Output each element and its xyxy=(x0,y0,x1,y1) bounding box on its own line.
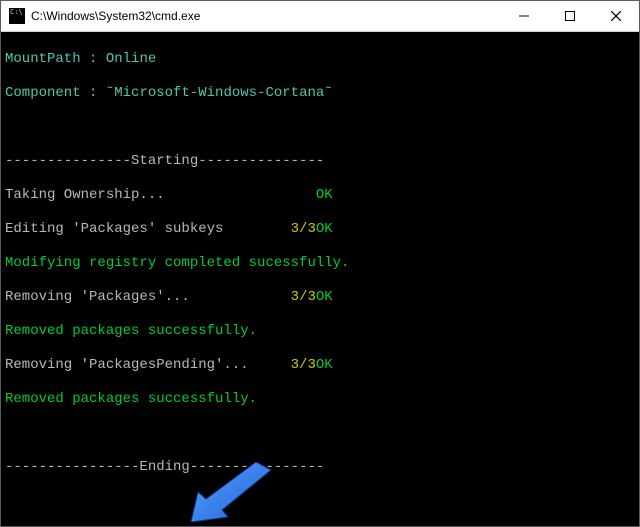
close-icon xyxy=(611,11,621,21)
component-label: Component xyxy=(5,85,81,101)
status-ok: OK xyxy=(316,221,333,237)
mountpath-value: Online xyxy=(106,51,156,67)
count: 3/3 xyxy=(291,289,316,305)
cmd-icon xyxy=(9,8,25,24)
maximize-button[interactable] xyxy=(547,1,593,31)
minimize-icon xyxy=(519,11,529,21)
window-controls xyxy=(501,1,639,31)
line-removed-packages-2: Removed packages successfully. xyxy=(5,391,637,408)
status-ok: OK xyxy=(316,187,333,203)
status-ok: OK xyxy=(316,357,333,373)
close-button[interactable] xyxy=(593,1,639,31)
separator-ending: ----------------Ending---------------- xyxy=(5,459,637,476)
count: 3/3 xyxy=(291,357,316,373)
window-title: C:\Windows\System32\cmd.exe xyxy=(31,9,501,23)
minimize-button[interactable] xyxy=(501,1,547,31)
terminal-area[interactable]: MountPath : Online Component : ˜Microsof… xyxy=(1,32,639,526)
maximize-icon xyxy=(565,11,575,21)
cmd-window: C:\Windows\System32\cmd.exe MountPath : … xyxy=(0,0,640,527)
status-ok: OK xyxy=(316,289,333,305)
titlebar[interactable]: C:\Windows\System32\cmd.exe xyxy=(1,1,639,32)
line-editing-packages: Editing 'Packages' subkeys xyxy=(5,221,223,237)
count: 3/3 xyxy=(291,221,316,237)
line-removing-pending: Removing 'PackagesPending'... xyxy=(5,357,249,373)
line-removing-packages: Removing 'Packages'... xyxy=(5,289,190,305)
line-modifying-registry: Modifying registry completed sucessfully… xyxy=(5,255,637,272)
separator-starting: ---------------Starting--------------- xyxy=(5,153,637,170)
component-value: ˜Microsoft-Windows-Cortana˜ xyxy=(106,85,333,101)
line-taking-ownership: Taking Ownership... xyxy=(5,187,165,203)
line-removed-packages: Removed packages successfully. xyxy=(5,323,637,340)
mountpath-label: MountPath xyxy=(5,51,81,67)
